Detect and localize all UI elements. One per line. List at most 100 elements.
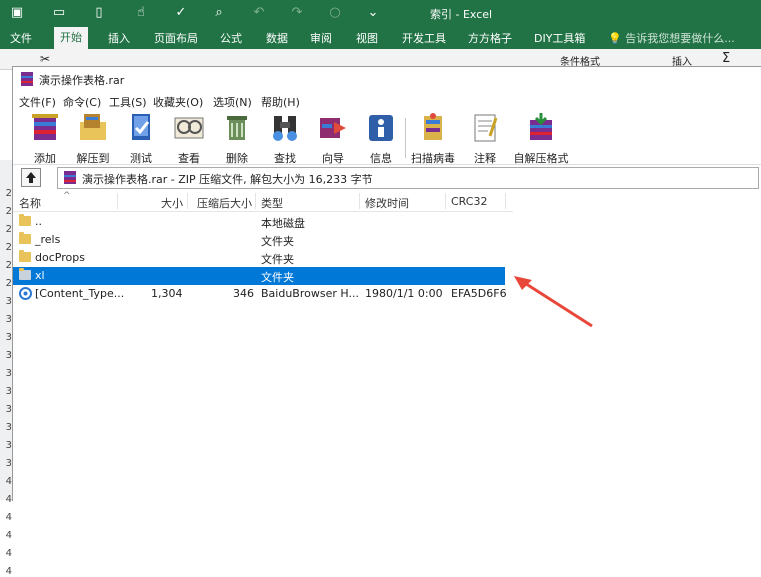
test-button[interactable]: 测试 [119, 112, 163, 165]
customize-qat-icon[interactable]: ⌄ [364, 4, 382, 22]
tab-formulas[interactable]: 公式 [220, 30, 242, 46]
undo-icon[interactable]: ↶ [250, 4, 268, 22]
circle-icon[interactable]: ○ [326, 4, 344, 22]
file-size: 1,304 [151, 287, 183, 300]
tab-fangfang[interactable]: 方方格子 [468, 30, 512, 46]
winrar-toolbar: 添加 解压到 测试 查看 删除 查找 向导 信息 扫描病毒 注释 自解压格式 [13, 110, 761, 165]
spell-check-icon[interactable]: ✓ [172, 4, 190, 22]
row-number[interactable]: 4 [0, 476, 12, 487]
row-number[interactable]: 4 [0, 512, 12, 523]
save-icon[interactable]: ▣ [8, 4, 26, 22]
open-icon[interactable]: ▭ [50, 4, 68, 22]
redo-icon[interactable]: ↷ [288, 4, 306, 22]
extract-icon [80, 114, 106, 140]
info-button[interactable]: 信息 [359, 112, 403, 165]
col-crc32[interactable]: CRC32 [451, 195, 487, 208]
row-number[interactable]: 3 [0, 368, 12, 379]
file-name: _rels [35, 233, 61, 246]
tab-diy-toolbox[interactable]: DIY工具箱 [534, 30, 585, 46]
delete-button[interactable]: 删除 [215, 112, 259, 165]
row-number[interactable]: 4 [0, 548, 12, 559]
new-icon[interactable]: ▯ [90, 4, 108, 22]
column-divider[interactable] [187, 193, 188, 209]
winrar-window-title: 演示操作表格.rar [39, 74, 125, 87]
menu-options[interactable]: 选项(N) [213, 94, 252, 110]
sum-icon[interactable]: Σ [722, 51, 730, 66]
tab-insert[interactable]: 插入 [108, 30, 130, 46]
row-number[interactable]: 3 [0, 404, 12, 415]
sfx-button[interactable]: 自解压格式 [513, 112, 569, 165]
column-divider[interactable] [505, 193, 506, 209]
search-hint[interactable]: 💡 告诉我您想要做什么... [608, 30, 735, 46]
col-modified[interactable]: 修改时间 [365, 195, 409, 211]
menu-help[interactable]: 帮助(H) [261, 94, 300, 110]
row-number[interactable]: 2 [0, 206, 12, 217]
comment-label: 注释 [474, 152, 496, 165]
archive-icon [64, 171, 76, 184]
add-label: 添加 [34, 152, 56, 165]
wizard-label: 向导 [322, 152, 344, 165]
up-folder-button[interactable] [21, 168, 41, 187]
col-packed[interactable]: 压缩后大小 [197, 195, 252, 211]
touch-mode-icon[interactable]: ☝ [132, 4, 150, 22]
row-number[interactable]: 3 [0, 440, 12, 451]
find-button[interactable]: 查找 [263, 112, 307, 165]
tab-file[interactable]: 文件 [10, 30, 32, 46]
row-number[interactable]: 2 [0, 224, 12, 235]
menu-favorites[interactable]: 收藏夹(O) [153, 94, 203, 110]
row-number[interactable]: 3 [0, 350, 12, 361]
row-number[interactable]: 3 [0, 458, 12, 469]
tab-page-layout[interactable]: 页面布局 [154, 30, 198, 46]
up-arrow-icon [26, 172, 36, 183]
view-button[interactable]: 查看 [167, 112, 211, 165]
row-number[interactable]: 3 [0, 386, 12, 397]
winrar-logo-icon [21, 72, 33, 86]
column-divider[interactable] [117, 193, 118, 209]
tab-developer[interactable]: 开发工具 [402, 30, 446, 46]
file-row-content-types[interactable]: [Content_Type... 1,304 346 BaiduBrowser … [13, 285, 513, 303]
column-divider[interactable] [445, 193, 446, 209]
address-field[interactable]: 演示操作表格.rar - ZIP 压缩文件, 解包大小为 16,233 字节 [57, 167, 759, 189]
folder-icon [19, 268, 31, 280]
column-divider[interactable] [255, 193, 256, 209]
file-row-rels[interactable]: _rels 文件夹 [13, 231, 513, 249]
add-icon [32, 114, 58, 140]
tab-data[interactable]: 数据 [266, 30, 288, 46]
folder-icon [19, 250, 31, 262]
tab-review[interactable]: 审阅 [310, 30, 332, 46]
tab-view[interactable]: 视图 [356, 30, 378, 46]
menu-tools[interactable]: 工具(S) [109, 94, 147, 110]
column-divider[interactable] [359, 193, 360, 209]
file-row-parent[interactable]: .. 本地磁盘 [13, 213, 513, 231]
print-preview-icon[interactable]: ⌕ [210, 4, 228, 22]
row-number[interactable]: 2 [0, 260, 12, 271]
tab-home[interactable]: 开始 [54, 27, 88, 49]
col-size[interactable]: 大小 [161, 195, 183, 211]
file-packed-size: 346 [233, 287, 254, 300]
row-number[interactable]: 2 [0, 188, 12, 199]
add-button[interactable]: 添加 [23, 112, 67, 165]
comment-button[interactable]: 注释 [463, 112, 507, 165]
menu-commands[interactable]: 命令(C) [63, 94, 101, 110]
cut-icon[interactable]: ✂ [40, 52, 50, 66]
test-label: 测试 [130, 152, 152, 165]
row-number[interactable]: 3 [0, 422, 12, 433]
wizard-button[interactable]: 向导 [311, 112, 355, 165]
row-number[interactable]: 3 [0, 332, 12, 343]
delete-label: 删除 [226, 152, 248, 165]
row-number[interactable]: 3 [0, 314, 12, 325]
file-row-xl[interactable]: xl 文件夹 [13, 267, 505, 285]
row-number[interactable]: 2 [0, 278, 12, 289]
file-row-docprops[interactable]: docProps 文件夹 [13, 249, 513, 267]
menu-file[interactable]: 文件(F) [19, 94, 56, 110]
row-number[interactable]: 3 [0, 296, 12, 307]
excel-window-title: 索引 - Excel [430, 8, 493, 21]
virus-scan-button[interactable]: 扫描病毒 [411, 112, 455, 165]
toolbar-separator [405, 118, 406, 158]
row-number[interactable]: 4 [0, 530, 12, 541]
row-number[interactable]: 4 [0, 566, 12, 577]
col-type[interactable]: 类型 [261, 195, 283, 211]
extract-to-button[interactable]: 解压到 [71, 112, 115, 165]
col-name[interactable]: 名称 [19, 195, 41, 211]
row-number[interactable]: 2 [0, 242, 12, 253]
